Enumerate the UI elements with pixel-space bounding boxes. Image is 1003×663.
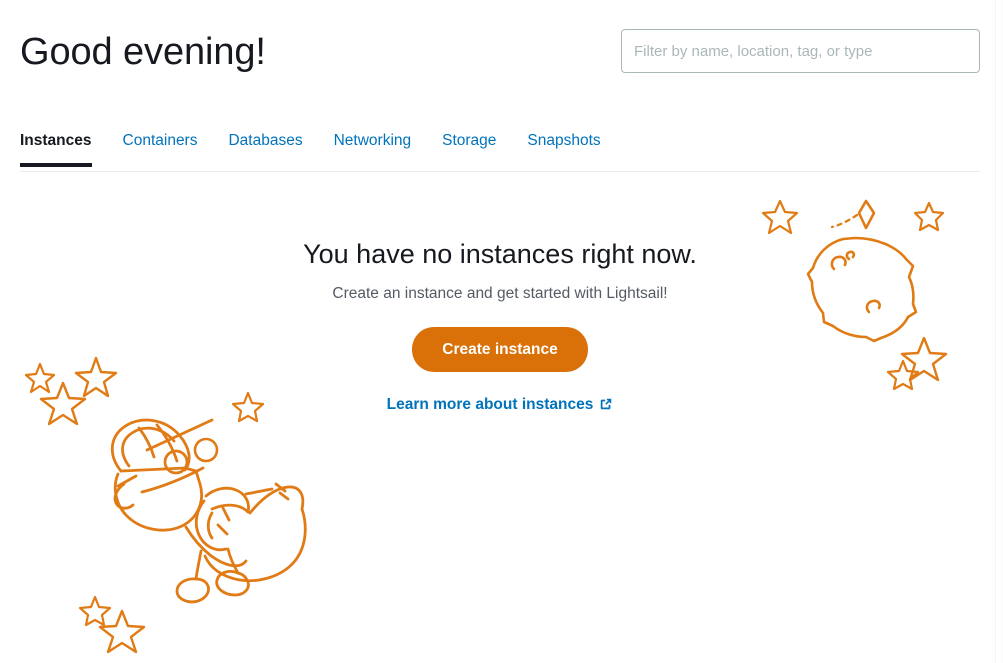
resource-tabs: Instances Containers Databases Networkin… [0,128,995,172]
page-header: Good evening! [0,0,995,110]
empty-state: You have no instances right now. Create … [0,236,1000,416]
filter-field-wrapper [621,29,980,73]
filter-input[interactable] [621,29,980,73]
tab-networking[interactable]: Networking [334,128,427,167]
comet-icon [857,199,876,230]
lightsail-console-page: Good evening! Instances Containers Datab… [0,0,1003,663]
empty-state-title: You have no instances right now. [303,239,697,269]
tab-instances[interactable]: Instances [20,128,107,167]
tabs-divider [20,171,980,172]
comet-tail-icon [830,213,859,229]
greeting-title: Good evening! [20,31,266,73]
tab-storage[interactable]: Storage [442,128,511,167]
star-icon [761,199,799,235]
learn-more-link[interactable]: Learn more about instances [387,396,594,413]
empty-state-subtitle: Create an instance and get started with … [332,285,668,302]
learn-more-row: Learn more about instances [0,394,1000,416]
external-link-icon[interactable] [599,396,613,410]
star-icon [78,595,112,627]
tab-containers[interactable]: Containers [123,128,213,167]
tab-databases[interactable]: Databases [228,128,317,167]
create-instance-button[interactable]: Create instance [412,327,588,372]
star-icon [98,609,146,654]
tab-snapshots[interactable]: Snapshots [527,128,615,167]
tab-list: Instances Containers Databases Networkin… [20,128,616,167]
robot-astronaut-icon [110,418,307,604]
star-icon [913,201,945,232]
